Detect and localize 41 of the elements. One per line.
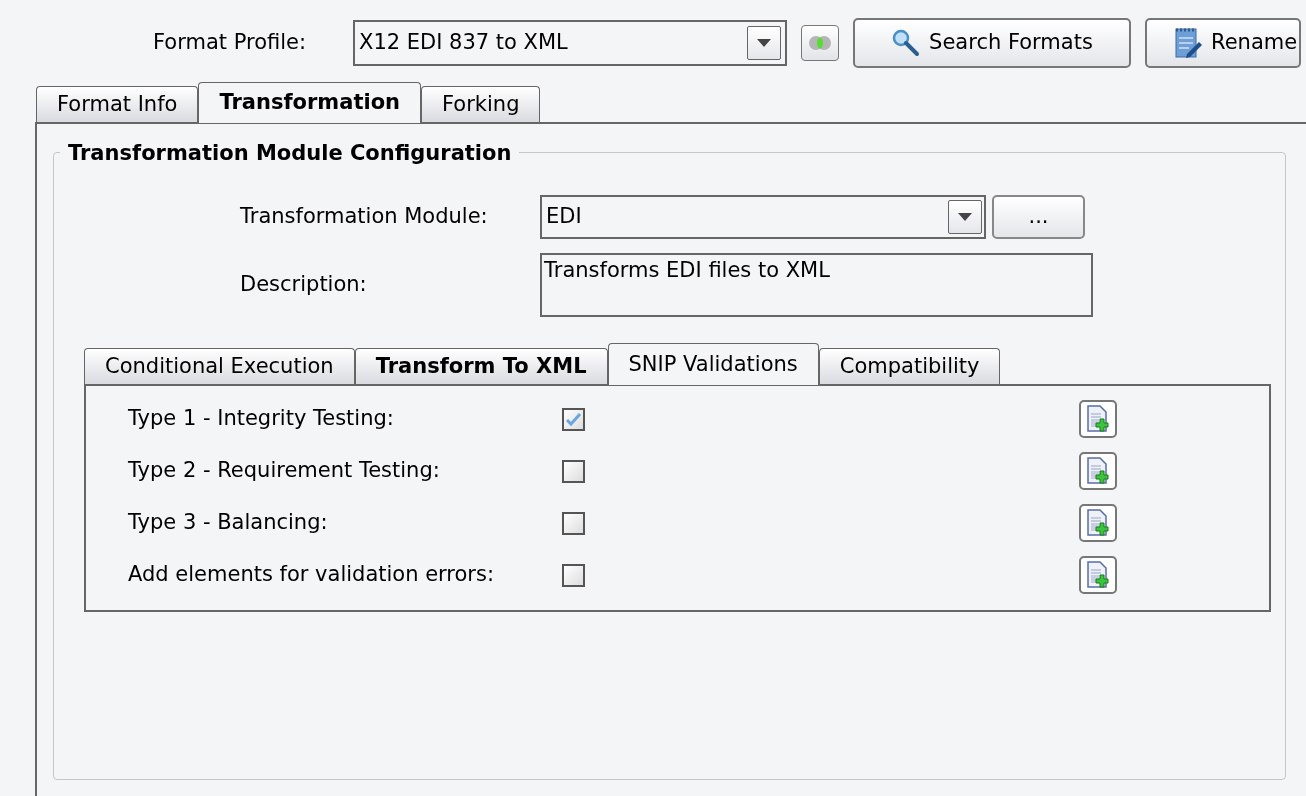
transformation-module-dropdown[interactable]: EDI bbox=[540, 195, 986, 239]
format-profile-dropdown[interactable]: X12 EDI 837 to XML bbox=[353, 20, 787, 66]
search-formats-button[interactable]: Search Formats bbox=[853, 18, 1131, 68]
document-plus-icon bbox=[1086, 561, 1110, 589]
checkbox[interactable] bbox=[562, 459, 585, 483]
tab[interactable]: Transformation bbox=[198, 82, 421, 123]
caret-icon bbox=[958, 213, 972, 221]
option-label: Type 1 - Integrity Testing: bbox=[127, 405, 395, 433]
tab[interactable]: Transform To XML bbox=[354, 348, 608, 384]
tab[interactable]: Forking bbox=[421, 86, 541, 122]
rename-button[interactable]: Rename bbox=[1145, 18, 1302, 68]
notepad-pencil-icon bbox=[1173, 26, 1203, 60]
caret-icon bbox=[757, 39, 771, 47]
option-label: Add elements for validation errors: bbox=[127, 561, 495, 589]
tab[interactable]: Compatibility bbox=[818, 348, 1001, 384]
description-field[interactable]: Transforms EDI files to XML bbox=[540, 253, 1093, 317]
option-label: Type 2 - Requirement Testing: bbox=[127, 457, 441, 485]
document-plus-icon bbox=[1086, 405, 1110, 433]
add-document-button[interactable] bbox=[1079, 504, 1117, 542]
checkbox[interactable] bbox=[562, 511, 585, 535]
field-label: Format Profile: bbox=[153, 29, 308, 57]
document-plus-icon bbox=[1086, 457, 1110, 485]
checkbox[interactable] bbox=[562, 563, 585, 587]
toggle-icon bbox=[808, 34, 832, 52]
dropdown-arrow-button[interactable] bbox=[948, 200, 982, 234]
checkbox[interactable] bbox=[562, 407, 585, 431]
field-label: Description: bbox=[239, 271, 368, 299]
document-plus-icon bbox=[1086, 509, 1110, 537]
checkmark-icon bbox=[565, 411, 582, 427]
option-label: Type 3 - Balancing: bbox=[127, 509, 329, 537]
tab[interactable]: Format Info bbox=[36, 86, 199, 122]
tab[interactable]: Conditional Execution bbox=[84, 348, 355, 384]
add-document-button[interactable] bbox=[1079, 400, 1117, 438]
browse-button[interactable]: ... bbox=[992, 195, 1085, 239]
add-document-button[interactable] bbox=[1079, 556, 1117, 594]
search-icon bbox=[891, 28, 922, 58]
tab[interactable]: SNIP Validations bbox=[607, 343, 819, 385]
field-label: Transformation Module: bbox=[239, 203, 489, 231]
add-document-button[interactable] bbox=[1079, 452, 1117, 490]
toggle-button[interactable] bbox=[801, 25, 839, 61]
dropdown-arrow-button[interactable] bbox=[747, 26, 781, 60]
